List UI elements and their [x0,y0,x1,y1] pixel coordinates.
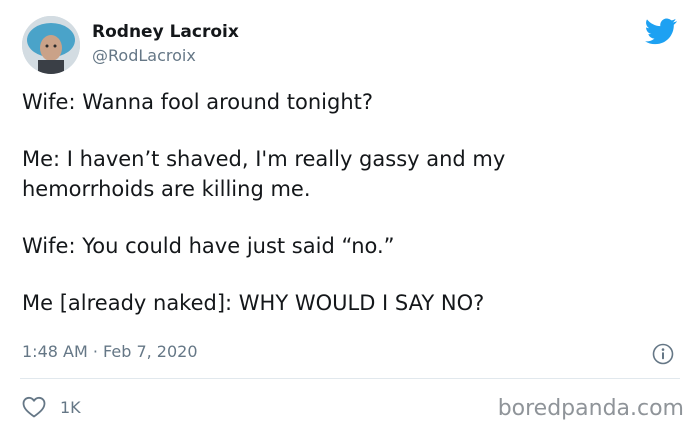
twitter-bird-icon[interactable] [645,18,677,45]
watermark: boredpanda.com [497,396,684,421]
tweet-line: Wife: You could have just said “no.” [22,234,395,258]
divider [20,378,680,379]
tweet-timestamp[interactable]: 1:48 AM · Feb 7, 2020 [22,342,198,361]
heart-icon [22,396,46,418]
like-count: 1K [60,397,81,417]
avatar[interactable] [22,16,80,74]
tweet-line: hemorrhoids are killing me. [22,177,311,201]
info-icon[interactable] [652,343,674,365]
tweet-line: Wife: Wanna fool around tonight? [22,90,374,114]
tweet-line: Me: I haven’t shaved, I'm really gassy a… [22,147,506,171]
tweet-line: Me [already naked]: WHY WOULD I SAY NO? [22,291,485,315]
like-button[interactable]: 1K [22,396,81,418]
tweet-text: Wife: Wanna fool around tonight? Me: I h… [22,87,682,345]
author-handle[interactable]: @RodLacroix [92,46,196,65]
author-display-name[interactable]: Rodney Lacroix [92,22,239,42]
